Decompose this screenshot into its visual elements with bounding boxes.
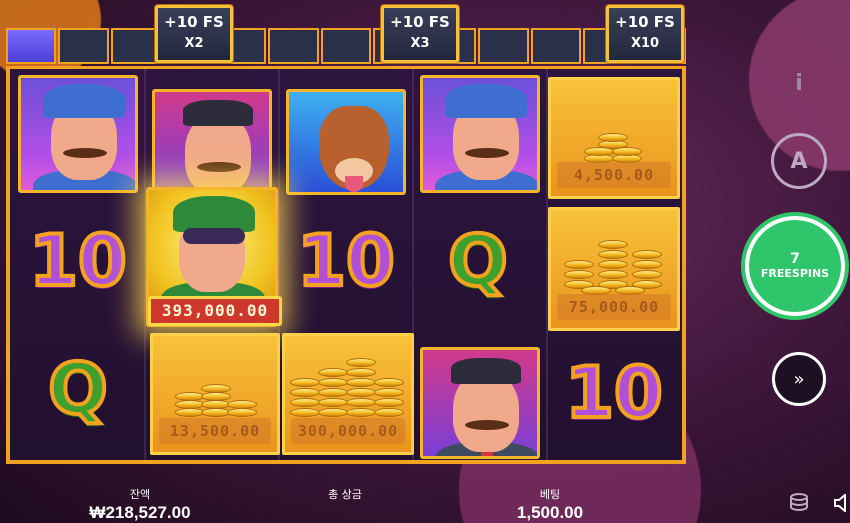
eye-mask-icon (183, 228, 245, 244)
progress-cell (110, 28, 162, 64)
badge-label: +10 FS (164, 13, 224, 31)
coin-value: 4,500.00 (557, 162, 671, 188)
symbol-coin-300000: 300,000.00 (282, 333, 414, 455)
mustache (465, 148, 509, 158)
total-win-label: 총 상금 (328, 488, 362, 501)
beanie-icon (173, 196, 255, 232)
coin-value: 300,000.00 (291, 418, 405, 444)
symbol-ten: 10 (563, 350, 664, 436)
autoplay-button[interactable]: A (771, 133, 827, 189)
progress-cell (58, 28, 109, 64)
police-cap-icon (43, 84, 125, 118)
coin-stack-icon (175, 372, 257, 420)
balance-value: ₩218,527.00 (89, 503, 191, 522)
freespin-badge-x10: +10 FS X10 (606, 5, 684, 63)
bonus-value-plate: 393,000.00 (148, 296, 282, 326)
mustache (63, 148, 107, 158)
symbol-dog (286, 89, 406, 195)
bet-settings-button[interactable] (785, 488, 813, 516)
badge-multiplier: X10 (630, 36, 660, 51)
symbol-detective (420, 347, 540, 459)
info-icon: i (795, 70, 803, 96)
coin-value: 13,500.00 (159, 418, 271, 444)
spin-button[interactable]: 7 FREESPINS (741, 212, 849, 320)
badge-label: +10 FS (615, 13, 675, 31)
symbol-q: Q (446, 218, 510, 304)
dog-tongue (345, 176, 363, 192)
bet-display: 베팅 1,500.00 (495, 488, 605, 523)
symbol-ten: 10 (295, 218, 396, 304)
symbol-ten: 10 (27, 218, 128, 304)
bet-value: 1,500.00 (516, 503, 584, 522)
coin-stack-icon (790, 493, 808, 511)
balance-display: 잔액 ₩218,527.00 (60, 488, 220, 523)
sound-button[interactable] (830, 490, 850, 516)
info-button[interactable]: i (779, 63, 819, 103)
spin-arrows-icon: 7 FREESPINS (749, 220, 841, 312)
detective-hair (183, 100, 253, 126)
balance-label: 잔액 (129, 488, 151, 501)
mustache (465, 420, 509, 430)
detective-face (453, 372, 519, 452)
symbol-detective (152, 89, 272, 193)
progress-cell (268, 28, 319, 64)
police-cap-icon (445, 84, 527, 118)
symbol-coin-4500: 4,500.00 (548, 77, 680, 199)
freespins-count: 7 (790, 251, 800, 267)
symbol-coin-75000: 75,000.00 (548, 207, 680, 331)
coin-value: 75,000.00 (557, 294, 671, 320)
coin-stack-icon (584, 126, 644, 166)
progress-cell (478, 28, 529, 64)
total-win-display: 총 상금 (300, 488, 390, 502)
coin-stack-icon (564, 230, 664, 296)
progress-cell (530, 28, 582, 64)
progress-cell (320, 28, 372, 64)
freespin-badge-x2: +10 FS X2 (155, 5, 233, 63)
fast-forward-icon: » (793, 368, 805, 390)
reel-grid: 4,500.00 10 10 Q 75,000.00 393,000.00 Q … (6, 66, 686, 464)
symbol-coin-13500: 13,500.00 (150, 333, 280, 455)
badge-label: +10 FS (390, 13, 450, 31)
autoplay-icon: A (790, 148, 808, 174)
symbol-q: Q (46, 346, 110, 432)
detective-hair (451, 358, 521, 384)
mustache (197, 162, 241, 172)
bet-label: 베팅 (539, 488, 561, 501)
badge-multiplier: X3 (410, 36, 430, 51)
turbo-button[interactable]: » (772, 352, 826, 406)
symbol-policeman (18, 75, 138, 193)
symbol-policeman (420, 75, 540, 193)
coin-stack-icon (290, 348, 406, 420)
freespin-badge-x3: +10 FS X3 (381, 5, 459, 63)
freespin-progress-bar (6, 28, 687, 64)
badge-multiplier: X2 (184, 36, 204, 51)
progress-cell-filled (6, 28, 57, 64)
speaker-icon (834, 494, 846, 512)
freespins-label: FREESPINS (760, 267, 830, 280)
